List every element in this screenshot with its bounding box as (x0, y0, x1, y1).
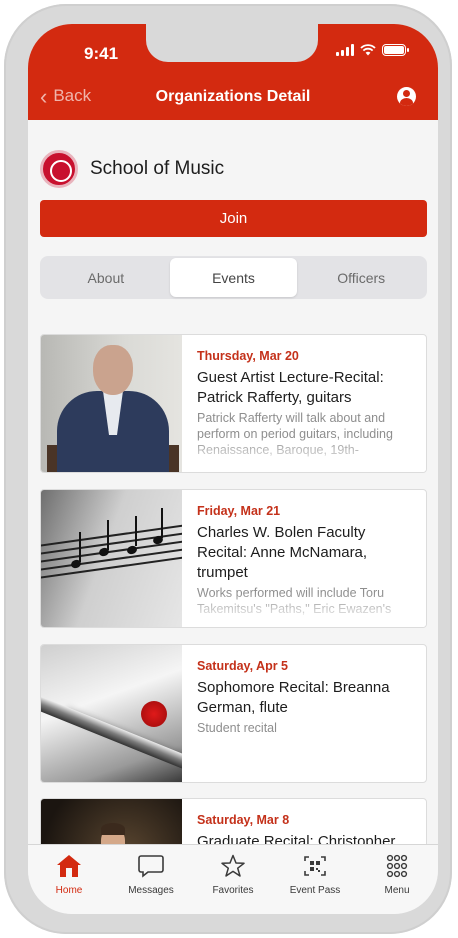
event-date: Friday, Mar 21 (197, 504, 281, 518)
tab-events[interactable]: Events (169, 258, 298, 297)
tabbar-label: Event Pass (289, 885, 341, 896)
tab-about[interactable]: About (42, 258, 170, 297)
star-icon (219, 853, 247, 879)
device-notch (146, 24, 318, 62)
status-icons (336, 44, 409, 56)
event-description: Student recital (197, 721, 277, 735)
message-icon (137, 853, 165, 879)
tabbar-label: Home (55, 885, 83, 896)
tabbar-favorites[interactable]: Favorites (192, 845, 274, 914)
event-info: Saturday, Mar 8 Graduate Recital: Christ… (182, 799, 426, 844)
event-title: Charles W. Bolen Faculty Recital: Anne M… (197, 524, 368, 581)
account-circle-icon[interactable] (397, 87, 416, 106)
event-title: Sophomore Recital: Breanna German, flute (197, 679, 390, 716)
event-card[interactable]: Thursday, Mar 20 Guest Artist Lecture-Re… (40, 334, 427, 473)
organization-header: School of Music (40, 150, 224, 188)
bottom-tab-bar: Home Messages Favorites Event Pass Menu (28, 844, 438, 914)
tab-officers[interactable]: Officers (297, 258, 425, 297)
page-title: Organizations Detail (155, 88, 311, 105)
segmented-tabs: About Events Officers (40, 256, 427, 299)
tabbar-messages[interactable]: Messages (110, 845, 192, 914)
event-image (41, 645, 182, 782)
event-card[interactable]: Saturday, Apr 5 Sophomore Recital: Brean… (40, 644, 427, 783)
event-card[interactable]: Saturday, Mar 8 Graduate Recital: Christ… (40, 798, 427, 844)
join-button[interactable]: Join (40, 200, 427, 237)
home-icon (55, 853, 83, 879)
status-time: 9:41 (84, 44, 119, 63)
battery-icon (382, 44, 409, 56)
tabbar-label: Menu (384, 885, 410, 896)
event-title: Guest Artist Lecture-Recital: Patrick Ra… (197, 369, 384, 406)
event-image (41, 335, 182, 472)
app-header: 9:41 ‹ Back Organizations Detail (28, 24, 438, 120)
qr-code-icon (301, 853, 329, 879)
tabbar-label: Favorites (212, 885, 254, 896)
event-image (41, 490, 182, 627)
grid-menu-icon (383, 853, 411, 879)
event-info: Saturday, Apr 5 Sophomore Recital: Brean… (182, 645, 426, 782)
event-date: Saturday, Mar 8 (197, 813, 290, 827)
app-screen: 9:41 ‹ Back Organizations Detail School … (28, 24, 438, 914)
wifi-icon (360, 44, 376, 56)
main-content[interactable]: School of Music Join About Events Office… (28, 120, 438, 844)
tabbar-label: Messages (128, 885, 174, 896)
tabbar-event-pass[interactable]: Event Pass (274, 845, 356, 914)
tabbar-menu[interactable]: Menu (356, 845, 438, 914)
event-image (41, 799, 182, 844)
organization-logo (40, 150, 78, 188)
organization-name: School of Music (90, 158, 225, 179)
event-info: Thursday, Mar 20 Guest Artist Lecture-Re… (182, 335, 426, 472)
event-info: Friday, Mar 21 Charles W. Bolen Faculty … (182, 490, 426, 627)
event-title: Graduate Recital: Christopher Bulding, c… (197, 833, 396, 844)
event-card[interactable]: Friday, Mar 21 Charles W. Bolen Faculty … (40, 489, 427, 628)
tabbar-home[interactable]: Home (28, 845, 110, 914)
phone-frame: 9:41 ‹ Back Organizations Detail School … (4, 4, 452, 934)
event-date: Thursday, Mar 20 (197, 349, 299, 363)
signal-icon (336, 44, 354, 56)
event-date: Saturday, Apr 5 (197, 659, 288, 673)
